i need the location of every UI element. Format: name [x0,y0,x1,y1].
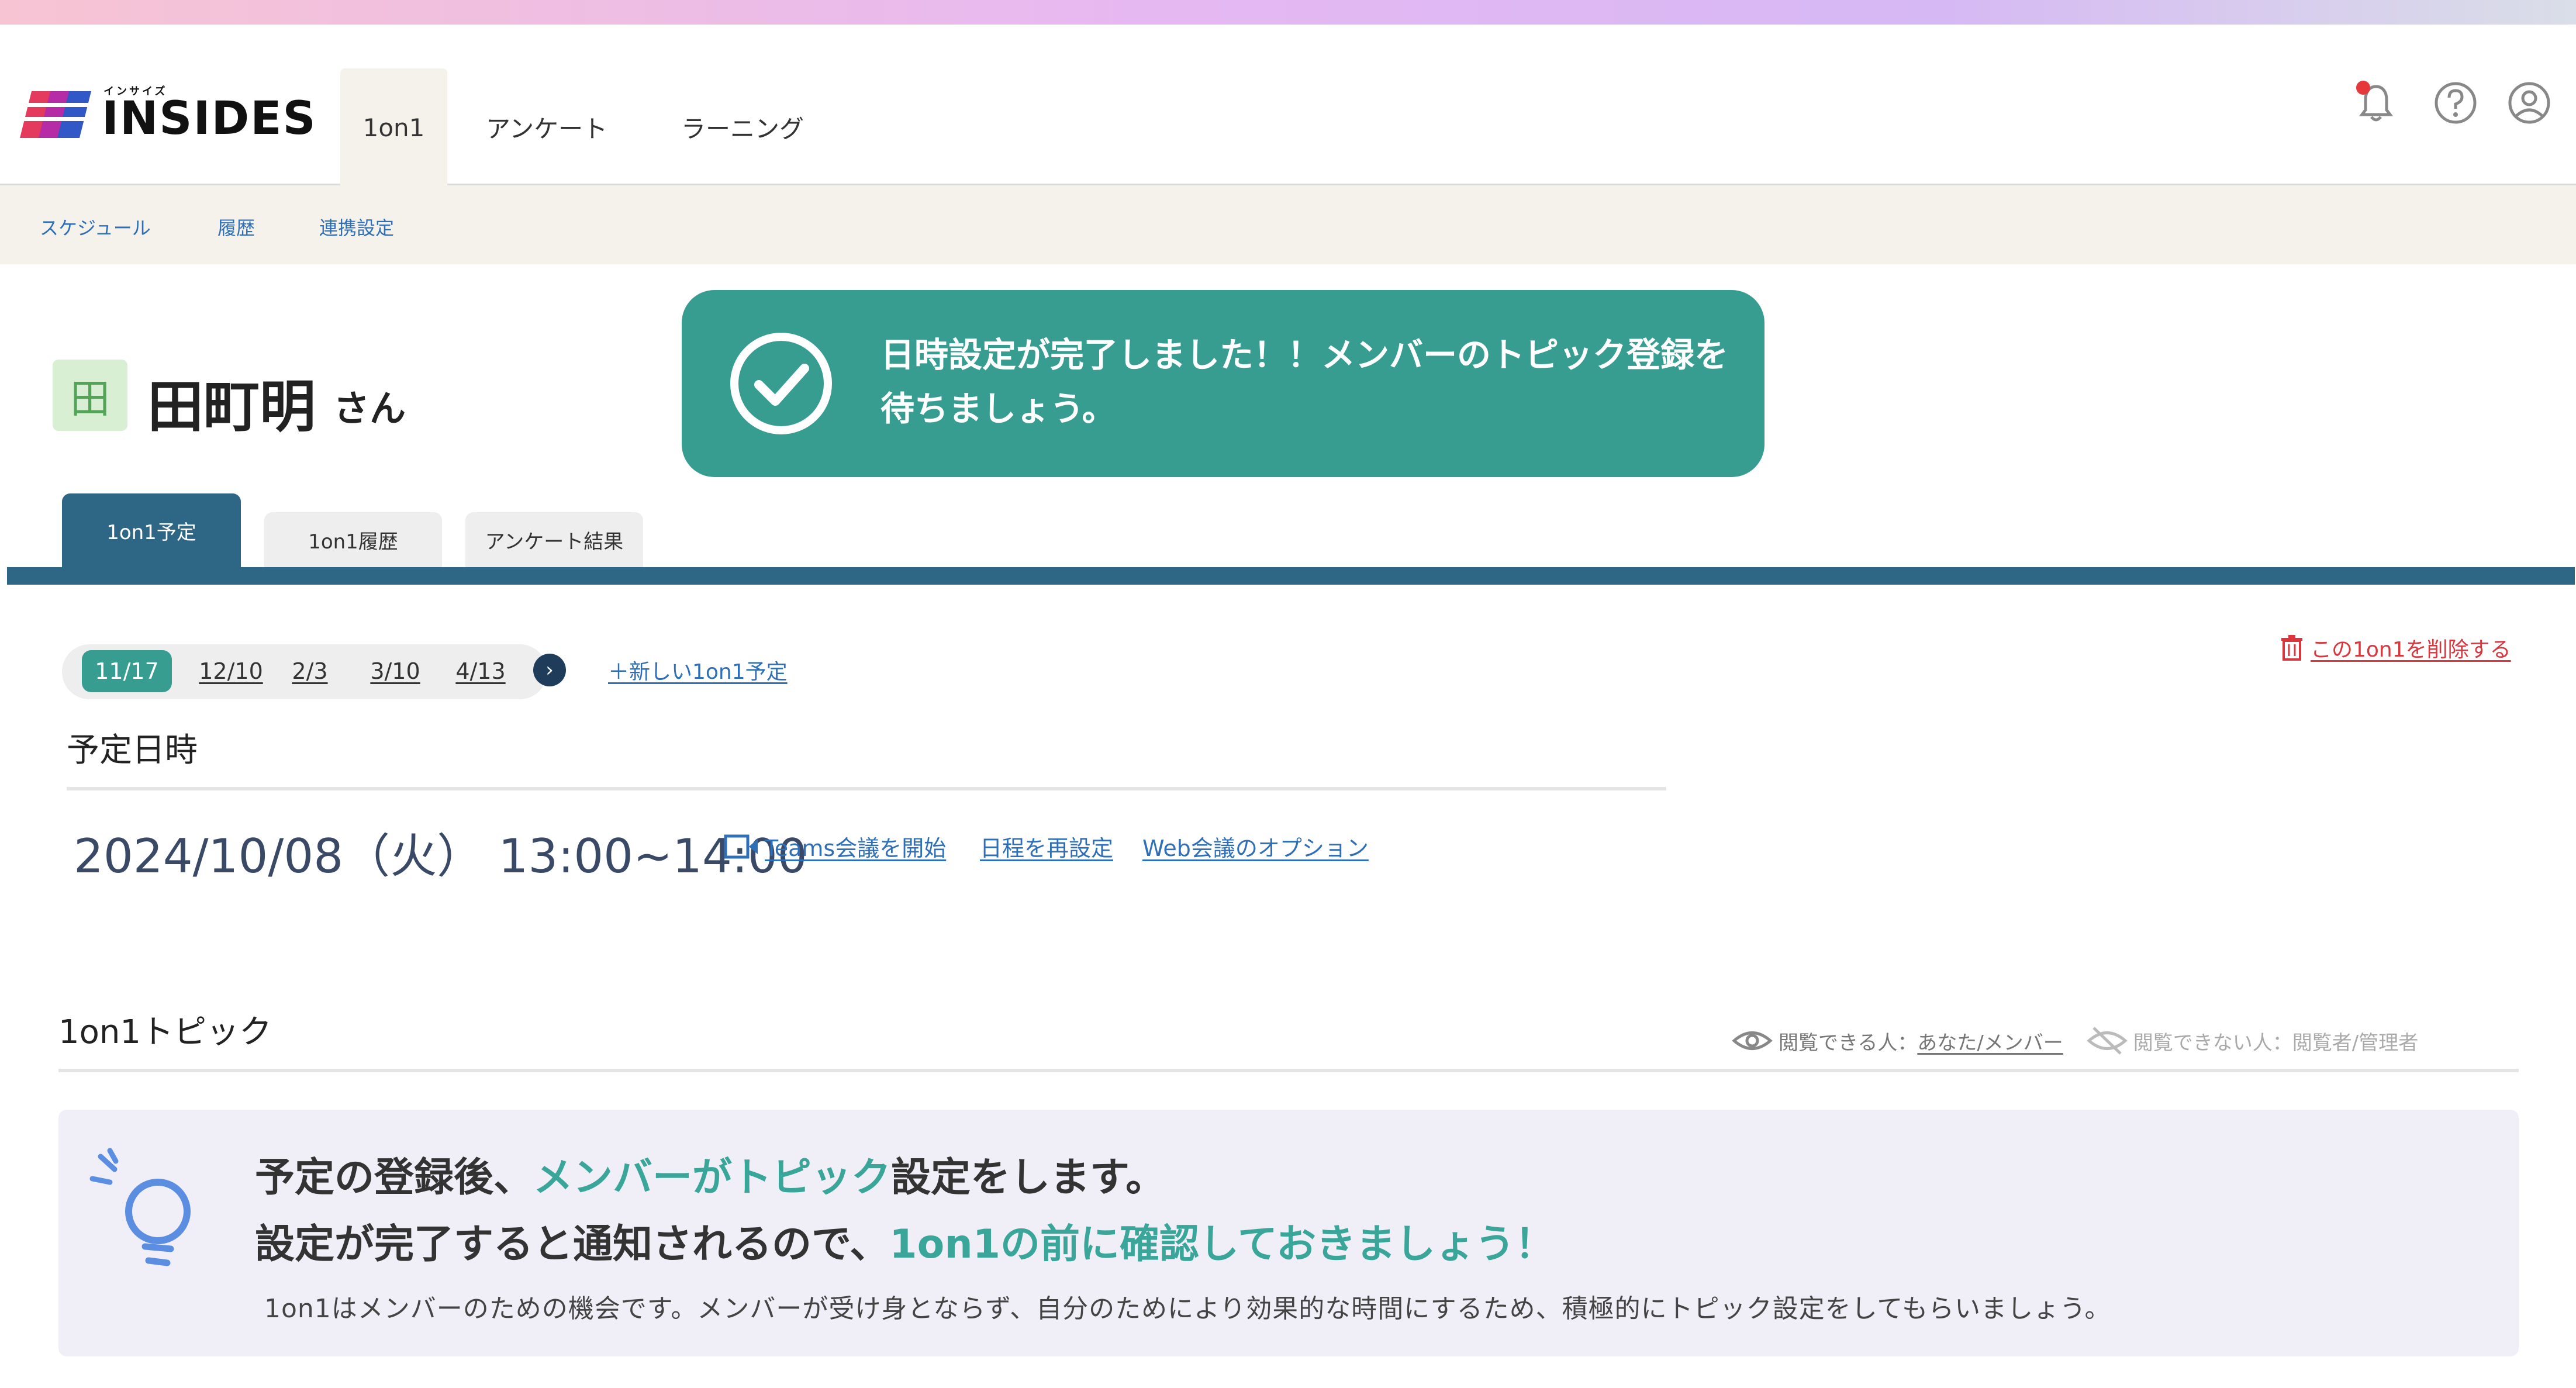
avatar: 田 [53,360,127,431]
account-icon [2508,82,2550,124]
nav-tab-learning[interactable]: ラーニング [667,68,819,185]
top-accent-bar [0,0,2576,25]
scheduled-datetime: 2024/10/08（火） 13:00~14:00 [74,829,807,883]
info-highlight: 1on1の前に確認しておきましょう！ [889,1221,1555,1268]
date-pill[interactable]: 12/10 [188,650,274,692]
divider [58,1069,2519,1072]
success-toast: 日時設定が完了しました！！メンバーのトピック登録を待ちましょう。 [682,290,1764,477]
info-line-2: 設定が完了すると通知されるので、1on1の前に確認しておきましょう！ [255,1211,1555,1269]
eye-off-icon [2086,1027,2128,1055]
help-icon [2435,82,2477,124]
tab-1on1-history[interactable]: 1on1履歴 [264,512,442,567]
new-1on1-link[interactable]: ＋新しい1on1予定 [608,655,788,685]
info-text: 設定をします。 [891,1155,1166,1201]
date-pill-active[interactable]: 11/17 [82,650,172,692]
info-line-1: 予定の登録後、メンバーがトピック設定をします。 [255,1145,1165,1203]
delete-1on1-link[interactable]: この1on1を削除する [2280,633,2511,663]
info-text: 設定が完了すると通知されるので、 [255,1221,890,1268]
visible-who: あなた/メンバー [1917,1031,2063,1055]
web-meeting-options-link[interactable]: Web会議のオプション [1142,830,1369,862]
teams-link-label: Teams会議を開始 [765,835,947,861]
notification-button[interactable] [2353,80,2399,126]
info-highlight: メンバーがトピック [533,1155,892,1201]
subnav-integration[interactable]: 連携設定 [319,213,394,240]
date-pill[interactable]: 4/13 [446,650,516,692]
next-date-button[interactable]: › [533,654,566,686]
video-camera-icon [724,834,758,858]
hidden-label: 閲覧できない人：閲覧者/管理者 [2133,1031,2419,1055]
logo-mark-icon [20,91,96,138]
date-pill[interactable]: 3/10 [360,650,430,692]
bell-icon [2356,81,2393,122]
tab-1on1-schedule[interactable]: 1on1予定 [62,493,241,567]
notification-dot [2356,81,2370,95]
scheduled-datetime-heading: 予定日時 [67,731,198,769]
app-logo[interactable]: インサイズ INSIDES [20,83,316,147]
topic-info-box: 予定の登録後、メンバーがトピック設定をします。 設定が完了すると通知されるので、… [58,1110,2519,1356]
info-line-3: 1on1はメンバーのための機会です。メンバーが受け身とならず、自分のためにより効… [264,1294,2111,1324]
topics-heading: 1on1トピック [58,1013,272,1051]
account-button[interactable] [2506,80,2553,126]
date-pill[interactable]: 2/3 [281,650,339,692]
visibility-info: 閲覧できる人： あなた/メンバー 閲覧できない人：閲覧者/管理者 [1732,1024,2418,1057]
start-teams-link[interactable]: Teams会議を開始 [724,830,946,862]
visible-label: 閲覧できる人： [1779,1031,1918,1055]
divider [67,787,1666,790]
eye-icon [1732,1031,1773,1050]
help-button[interactable] [2432,80,2479,126]
info-text: 予定の登録後、 [255,1155,534,1201]
delete-link-label: この1on1を削除する [2311,638,2511,662]
tab-underline [7,567,2575,585]
lightbulb-icon [89,1148,191,1266]
subnav-history[interactable]: 履歴 [217,213,255,240]
subnav-schedule[interactable]: スケジュール [40,213,151,240]
nav-tab-1on1[interactable]: 1on1 [340,68,447,187]
trash-icon [2281,635,2302,661]
chevron-right-icon: › [545,658,554,682]
user-honorific: さん [333,387,406,430]
logo-text: INSIDES [102,92,317,145]
reschedule-link[interactable]: 日程を再設定 [980,830,1113,862]
user-name: 田町明 [147,374,316,440]
check-circle-icon [730,333,832,434]
toast-message: 日時設定が完了しました！！メンバーのトピック登録を待ちましょう。 [880,335,1729,429]
tab-survey-results[interactable]: アンケート結果 [465,512,643,567]
nav-tab-survey[interactable]: アンケート [468,68,626,185]
